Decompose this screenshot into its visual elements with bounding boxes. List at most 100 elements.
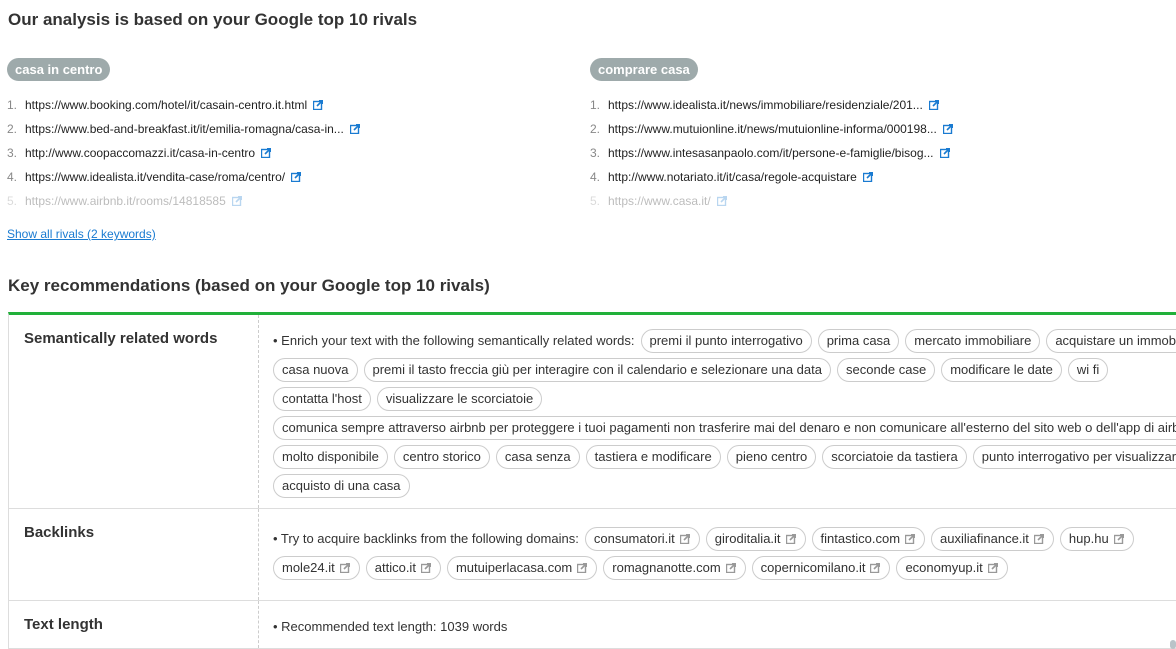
backlink-domain-chip[interactable]: mole24.it xyxy=(273,556,360,580)
semantic-word-chip: mercato immobiliare xyxy=(905,329,1041,353)
rank-number: 3. xyxy=(7,146,18,160)
domain-name: romagnanotte.com xyxy=(612,560,721,575)
semantic-word-chip: contatta l'host xyxy=(273,387,371,411)
external-link-icon[interactable] xyxy=(870,560,881,574)
semantic-word-chip: seconde case xyxy=(836,358,936,382)
recommended-length-value: 1039 words xyxy=(440,619,508,634)
external-link-icon[interactable] xyxy=(349,118,361,135)
external-link-icon[interactable] xyxy=(928,94,940,111)
keyword-badge: casa in centro xyxy=(7,58,111,81)
external-link-icon[interactable] xyxy=(716,190,728,207)
domain-name: auxiliafinance.it xyxy=(940,531,1029,546)
semantic-word-chip: acquisto di una casa xyxy=(273,474,410,498)
semantic-word-chip: acquistare un immobile xyxy=(1046,329,1176,353)
row-semantic: Semantically related words • Enrich your… xyxy=(9,315,1176,509)
rival-list: 1. https://www.idealista.it/news/immobili… xyxy=(590,93,954,213)
domain-name: consumatori.it xyxy=(593,531,675,546)
rank-number: 2. xyxy=(7,122,18,136)
external-link-icon[interactable] xyxy=(725,560,737,574)
rival-item: 5. https://www.airbnb.it/rooms/14818585 xyxy=(7,189,360,213)
rank-number: 5. xyxy=(7,194,18,208)
rival-column: casa in centro 1. https://www.booking.com… xyxy=(7,58,361,213)
show-all-rivals-link[interactable]: Show all rivals (2 keywords) xyxy=(7,227,156,241)
analysis-title: Our analysis is based on your Google top… xyxy=(8,10,418,29)
rank-number: 3. xyxy=(590,146,601,160)
row-label: Text length xyxy=(9,601,259,648)
external-link-icon[interactable] xyxy=(1113,531,1125,545)
rival-url: https://www.mutuionline.it/news/mutuionl… xyxy=(608,122,937,136)
domain-name: fintastico.com xyxy=(820,531,901,546)
semantic-word-chip: visualizzare le scorciatoie xyxy=(376,387,543,411)
semantic-word-chip: scorciatoie da tastiera xyxy=(822,445,967,469)
recommendations-title: Key recommendations (based on your Googl… xyxy=(8,276,490,295)
domain-name: economyup.it xyxy=(905,560,983,575)
semantic-word-chip: molto disponibile xyxy=(273,445,388,469)
row-text-length: Text length • Recommended text length: 1… xyxy=(9,601,1176,649)
rival-url: https://www.idealista.it/news/immobiliar… xyxy=(608,98,923,112)
row-backlinks: Backlinks • Try to acquire backlinks fro… xyxy=(9,509,1176,601)
semantic-word-chip: tastiera e modificare xyxy=(585,445,721,469)
backlink-domain-chip[interactable]: economyup.it xyxy=(896,556,1008,580)
semantic-word-chip: centro storico xyxy=(393,445,490,469)
backlink-domain-chip[interactable]: mutuiperlacasa.com xyxy=(446,556,598,580)
rival-item: 4. http://www.notariato.it/it/casa/regole… xyxy=(590,165,953,189)
recommendations-table: Semantically related words • Enrich your… xyxy=(8,312,1176,649)
external-link-icon[interactable] xyxy=(862,166,874,183)
rank-number: 1. xyxy=(7,98,18,112)
backlink-domain-chip[interactable]: copernicomilano.it xyxy=(751,556,891,580)
backlink-domain-chip[interactable]: consumatori.it xyxy=(584,527,700,551)
semantic-word-chip: premi il punto interrogativo xyxy=(640,329,812,353)
rival-item: 5. https://www.casa.it/ xyxy=(590,189,953,213)
row-label: Semantically related words xyxy=(9,315,259,508)
rival-list: 1. https://www.booking.com/hotel/it/casai… xyxy=(7,93,361,213)
rival-item: 3. http://www.coopaccomazzi.it/casa-in-ce… xyxy=(7,141,360,165)
external-link-icon[interactable] xyxy=(290,166,302,183)
external-link-icon[interactable] xyxy=(679,531,691,545)
external-link-icon[interactable] xyxy=(1033,531,1045,545)
rank-number: 1. xyxy=(590,98,601,112)
external-link-icon[interactable] xyxy=(260,142,272,159)
external-link-icon[interactable] xyxy=(312,94,324,111)
external-link-icon[interactable] xyxy=(231,190,243,207)
rival-item: 1. https://www.idealista.it/news/immobili… xyxy=(590,93,953,117)
external-link-icon[interactable] xyxy=(942,118,954,135)
row-label: Backlinks xyxy=(9,509,259,600)
rival-url: http://www.coopaccomazzi.it/casa-in-cent… xyxy=(25,146,256,160)
external-link-icon[interactable] xyxy=(339,560,351,574)
external-link-icon[interactable] xyxy=(577,560,588,574)
rival-url: https://www.airbnb.it/rooms/14818585 xyxy=(25,194,226,208)
scrollbar[interactable] xyxy=(1170,640,1176,649)
rival-url: https://www.booking.com/hotel/it/casain-… xyxy=(25,98,308,112)
backlink-domain-chip[interactable]: auxiliafinance.it xyxy=(931,527,1054,551)
rank-number: 4. xyxy=(590,170,601,184)
rank-number: 5. xyxy=(590,194,601,208)
backlink-domain-chip[interactable]: giroditalia.it xyxy=(705,527,806,551)
external-link-icon[interactable] xyxy=(987,560,999,574)
external-link-icon[interactable] xyxy=(904,531,916,545)
semantic-word-chip: comunica sempre attraverso airbnb per pr… xyxy=(273,416,1176,440)
semantic-word-chip: casa nuova xyxy=(273,358,358,382)
domain-name: copernicomilano.it xyxy=(760,560,866,575)
keyword-badge: comprare casa xyxy=(590,58,698,81)
external-link-icon[interactable] xyxy=(785,531,797,545)
backlink-domain-chip[interactable]: romagnanotte.com xyxy=(603,556,746,580)
backlink-domain-chip[interactable]: attico.it xyxy=(365,556,441,580)
domain-name: hup.hu xyxy=(1068,531,1109,546)
external-link-icon[interactable] xyxy=(420,560,432,574)
domain-name: attico.it xyxy=(374,560,416,575)
external-link-icon[interactable] xyxy=(939,142,950,159)
backlink-domain-chip[interactable]: fintastico.com xyxy=(811,527,926,551)
rival-item: 2. https://www.bed-and-breakfast.it/it/em… xyxy=(7,117,361,141)
rival-url: https://www.idealista.it/vendita-case/ro… xyxy=(25,170,286,184)
semantic-word-chip: modificare le date xyxy=(941,358,1062,382)
rival-item: 2. https://www.mutuionline.it/news/mutuio… xyxy=(590,117,954,141)
row-lead-text: • Try to acquire backlinks from the foll… xyxy=(273,531,579,546)
semantic-word-chip: casa senza xyxy=(495,445,580,469)
rival-column: comprare casa 1. https://www.idealista.it… xyxy=(590,58,954,213)
semantic-word-chip: premi il tasto freccia giù per interagir… xyxy=(363,358,831,382)
rival-item: 3. https://www.intesasanpaolo.com/it/pers… xyxy=(590,141,953,165)
semantic-word-chip: wi fi xyxy=(1067,358,1109,382)
rival-url: https://www.casa.it/ xyxy=(608,194,711,208)
semantic-word-chip: punto interrogativo per visualizzare xyxy=(972,445,1176,469)
backlink-domain-chip[interactable]: hup.hu xyxy=(1059,527,1134,551)
